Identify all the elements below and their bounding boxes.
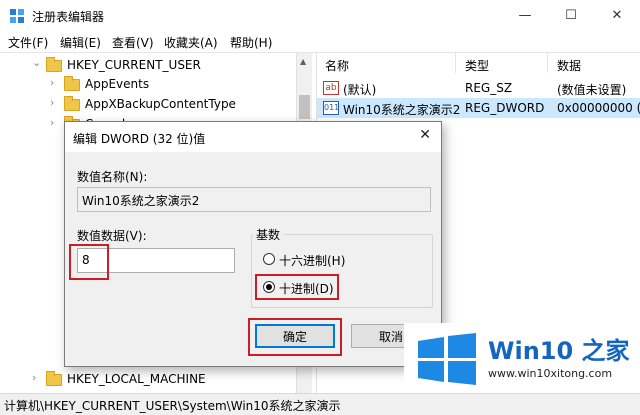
column-header-data[interactable]: 数据: [557, 57, 581, 74]
chevron-right-icon[interactable]: ›: [32, 371, 36, 384]
windows-logo-icon: [418, 333, 476, 385]
value-type: REG_DWORD: [465, 101, 545, 115]
scroll-thumb[interactable]: [299, 95, 310, 119]
minimize-button[interactable]: —: [502, 0, 548, 31]
value-name: Win10系统之家演示2: [343, 103, 461, 117]
value-data: 0x00000000 (0): [557, 101, 640, 115]
radio-hex-label[interactable]: 十六进制(H): [279, 252, 345, 269]
menu-edit[interactable]: 编辑(E): [60, 34, 101, 51]
chevron-right-icon[interactable]: ›: [50, 76, 54, 89]
chevron-right-icon[interactable]: ›: [50, 96, 54, 109]
menu-favorites[interactable]: 收藏夹(A): [164, 34, 218, 51]
tree-item-appevents[interactable]: › AppEvents: [0, 74, 296, 94]
highlight-frame: [255, 274, 339, 300]
tree-item-label: HKEY_CURRENT_USER: [67, 58, 201, 72]
scroll-up-arrow-icon[interactable]: ▲: [300, 57, 306, 66]
menu-view[interactable]: 查看(V): [112, 34, 154, 51]
chevron-down-icon[interactable]: ⌄: [32, 56, 41, 69]
tree-item-hklm[interactable]: › HKEY_LOCAL_MACHINE: [0, 369, 296, 389]
column-header-type[interactable]: 类型: [465, 57, 489, 74]
list-row-selected[interactable]: 011 Win10系统之家演示2 REG_DWORD 0x00000000 (0…: [317, 98, 640, 118]
base-label: 基数: [253, 226, 284, 243]
list-row[interactable]: ab (默认) REG_SZ (数值未设置): [317, 78, 640, 98]
folder-icon: [64, 76, 80, 91]
tree-item-label: AppEvents: [85, 77, 150, 91]
folder-icon: [46, 371, 62, 386]
tree-item-appxbackup[interactable]: › AppXBackupContentType: [0, 94, 296, 114]
watermark-brand: Win10 之家: [488, 337, 630, 365]
value-name: (默认): [343, 83, 377, 97]
maximize-button[interactable]: ☐: [548, 0, 594, 31]
column-divider: [547, 53, 548, 73]
menu-bar: 文件(F) 编辑(E) 查看(V) 收藏夹(A) 帮助(H): [0, 31, 640, 53]
highlight-frame: [69, 244, 109, 280]
close-button[interactable]: ✕: [594, 0, 640, 31]
watermark: Win10 之家 www.win10xitong.com: [404, 323, 640, 393]
value-name-field: Win10系统之家演示2: [77, 187, 431, 212]
window-title: 注册表编辑器: [32, 10, 105, 24]
dialog-title-bar: 编辑 DWORD (32 位)值 ✕: [65, 122, 441, 152]
value-name-label: 数值名称(N):: [77, 170, 148, 184]
column-header-name[interactable]: 名称: [325, 57, 349, 74]
status-bar: 计算机\HKEY_CURRENT_USER\System\Win10系统之家演示: [0, 393, 640, 415]
dialog-title: 编辑 DWORD (32 位)值: [73, 132, 206, 146]
tree-item-hkcu[interactable]: ⌄ HKEY_CURRENT_USER: [0, 55, 296, 75]
tree-item-label: HKEY_LOCAL_MACHINE: [67, 372, 206, 386]
value-data: (数值未设置): [557, 83, 627, 97]
chevron-right-icon[interactable]: ›: [50, 116, 54, 129]
value-data-label: 数值数据(V):: [77, 229, 147, 243]
string-value-icon: ab: [323, 81, 339, 95]
dialog-close-button[interactable]: ✕: [419, 127, 431, 143]
regedit-icon: [10, 9, 24, 23]
edit-dword-dialog: 编辑 DWORD (32 位)值 ✕ 数值名称(N): Win10系统之家演示2…: [64, 121, 442, 367]
highlight-frame: [248, 318, 342, 356]
tree-item-label: AppXBackupContentType: [85, 97, 236, 111]
title-bar: 注册表编辑器 — ☐ ✕: [0, 0, 640, 31]
status-path: 计算机\HKEY_CURRENT_USER\System\Win10系统之家演示: [4, 399, 341, 413]
watermark-url: www.win10xitong.com: [488, 367, 613, 380]
binary-value-icon: 011: [323, 101, 339, 115]
column-divider: [455, 53, 456, 73]
radio-hex[interactable]: [263, 253, 275, 265]
value-type: REG_SZ: [465, 81, 513, 95]
folder-icon: [64, 96, 80, 111]
folder-icon: [46, 57, 62, 72]
menu-file[interactable]: 文件(F): [8, 34, 48, 51]
menu-help[interactable]: 帮助(H): [230, 34, 272, 51]
